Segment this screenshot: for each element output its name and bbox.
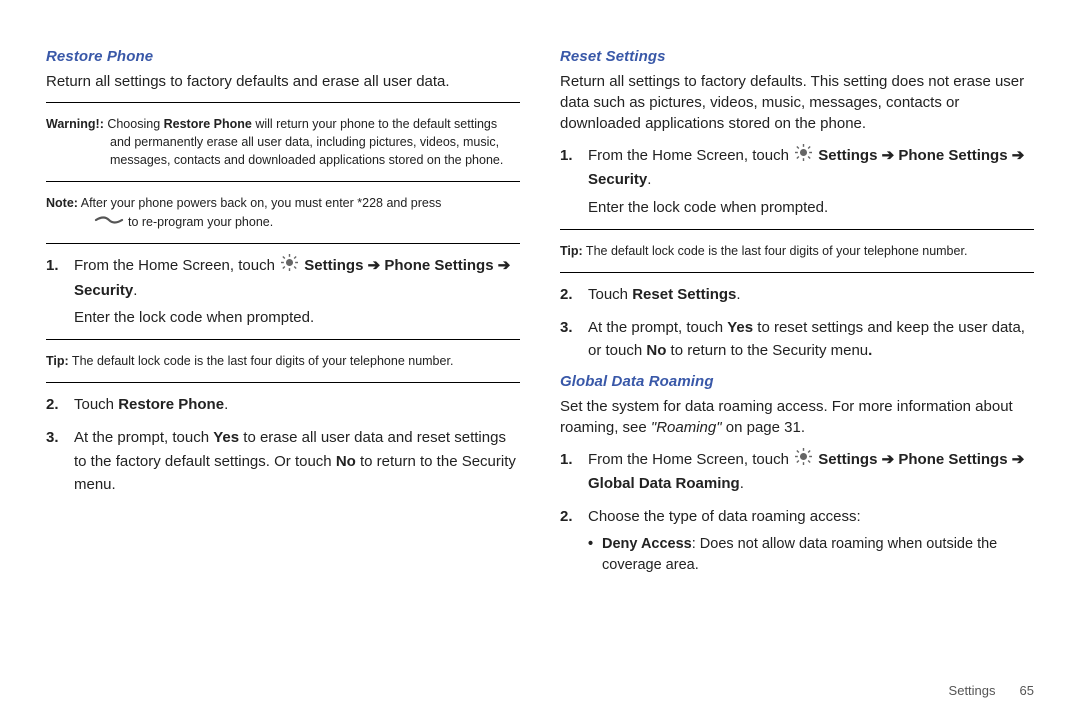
steps-gdr: 1. From the Home Screen, touch Settings … (560, 448, 1034, 577)
note-box: Note: After your phone powers back on, y… (46, 190, 520, 235)
gear-icon (795, 448, 812, 472)
bullet-bold: Deny Access (602, 536, 692, 552)
step-3-yes: Yes (213, 429, 239, 446)
footer-page-number: 65 (1020, 683, 1034, 698)
step-2-lead: Touch (588, 286, 632, 303)
gdr-bullets: Deny Access: Does not allow data roaming… (588, 534, 1034, 576)
tip-label: Tip: (560, 244, 583, 258)
list-item: Deny Access: Does not allow data roaming… (602, 534, 1034, 576)
gdr-step-2: Choose the type of data roaming access: (588, 508, 861, 525)
intro-reset-settings: Return all settings to factory defaults.… (560, 71, 1034, 134)
gear-icon (281, 254, 298, 278)
path-phone-settings: Phone Settings (384, 257, 493, 274)
warning-bold: Restore Phone (164, 117, 252, 131)
path-phone-settings: Phone Settings (898, 451, 1007, 468)
steps-reset-settings-cont: 2. Touch Reset Settings. 3. At the promp… (560, 283, 1034, 363)
step-1: 1. From the Home Screen, touch Settings … (582, 448, 1034, 496)
warning-text-a: Choosing (104, 117, 164, 131)
step-3-no: No (646, 342, 666, 359)
divider (46, 382, 520, 383)
step-2-end: . (736, 286, 740, 303)
divider (560, 272, 1034, 273)
tip-text: The default lock code is the last four d… (583, 244, 968, 258)
step-2-lead: Touch (74, 396, 118, 413)
intro-restore-phone: Return all settings to factory defaults … (46, 71, 520, 92)
tip-box: Tip: The default lock code is the last f… (46, 348, 520, 374)
intro-global-data-roaming: Set the system for data roaming access. … (560, 396, 1034, 438)
warning-box: Warning!: Choosing Restore Phone will re… (46, 111, 520, 173)
divider (46, 243, 520, 244)
step-1: 1. From the Home Screen, touch Settings … (68, 254, 520, 329)
tip-text: The default lock code is the last four d… (69, 354, 454, 368)
path-gdr: Global Data Roaming (588, 475, 740, 492)
path-security: Security (74, 282, 133, 299)
warning-label: Warning!: (46, 117, 104, 131)
step-2: 2. Choose the type of data roaming acces… (582, 505, 1034, 576)
heading-restore-phone: Restore Phone (46, 48, 520, 65)
footer-section: Settings (949, 683, 996, 698)
divider (46, 102, 520, 103)
step-2: 2. Touch Reset Settings. (582, 283, 1034, 306)
note-text-2: to re-program your phone. (128, 215, 273, 229)
steps-reset-settings: 1. From the Home Screen, touch Settings … (560, 144, 1034, 219)
heading-global-data-roaming: Global Data Roaming (560, 373, 1034, 390)
step-3: 3. At the prompt, touch Yes to reset set… (582, 316, 1034, 363)
step-1-sub: Enter the lock code when prompted. (588, 196, 1034, 219)
step-3-no: No (336, 453, 356, 470)
step-2-bold: Reset Settings (632, 286, 736, 303)
note-label: Note: (46, 196, 78, 210)
step-2-end: . (224, 396, 228, 413)
path-security: Security (588, 171, 647, 188)
step-3-a: At the prompt, touch (74, 429, 213, 446)
divider (46, 339, 520, 340)
path-phone-settings: Phone Settings (898, 147, 1007, 164)
step-3-c: to return to the Security menu (666, 342, 868, 359)
left-column: Restore Phone Return all settings to fac… (46, 42, 520, 652)
step-3: 3. At the prompt, touch Yes to erase all… (68, 426, 520, 496)
step-2: 2. Touch Restore Phone. (68, 393, 520, 416)
step-1-lead: From the Home Screen, touch (74, 257, 279, 274)
path-settings: Settings (818, 147, 877, 164)
steps-restore-phone-cont: 2. Touch Restore Phone. 3. At the prompt… (46, 393, 520, 496)
step-1-lead: From the Home Screen, touch (588, 147, 793, 164)
gdr-intro-b: on page 31. (722, 419, 805, 436)
step-1-sub: Enter the lock code when prompted. (74, 306, 520, 329)
gdr-xref[interactable]: "Roaming" (651, 419, 722, 436)
step-1-lead: From the Home Screen, touch (588, 451, 793, 468)
tip-box: Tip: The default lock code is the last f… (560, 238, 1034, 264)
phone-send-icon (94, 213, 124, 231)
tip-label: Tip: (46, 354, 69, 368)
right-column: Reset Settings Return all settings to fa… (560, 42, 1034, 652)
path-settings: Settings (304, 257, 363, 274)
steps-restore-phone: 1. From the Home Screen, touch Settings … (46, 254, 520, 329)
heading-reset-settings: Reset Settings (560, 48, 1034, 65)
gear-icon (795, 144, 812, 168)
step-1: 1. From the Home Screen, touch Settings … (582, 144, 1034, 219)
step-2-bold: Restore Phone (118, 396, 224, 413)
step-3-a: At the prompt, touch (588, 319, 727, 336)
note-text-1: After your phone powers back on, you mus… (78, 196, 441, 210)
path-settings: Settings (818, 451, 877, 468)
divider (560, 229, 1034, 230)
divider (46, 181, 520, 182)
page-footer: Settings 65 (949, 683, 1034, 698)
step-3-yes: Yes (727, 319, 753, 336)
